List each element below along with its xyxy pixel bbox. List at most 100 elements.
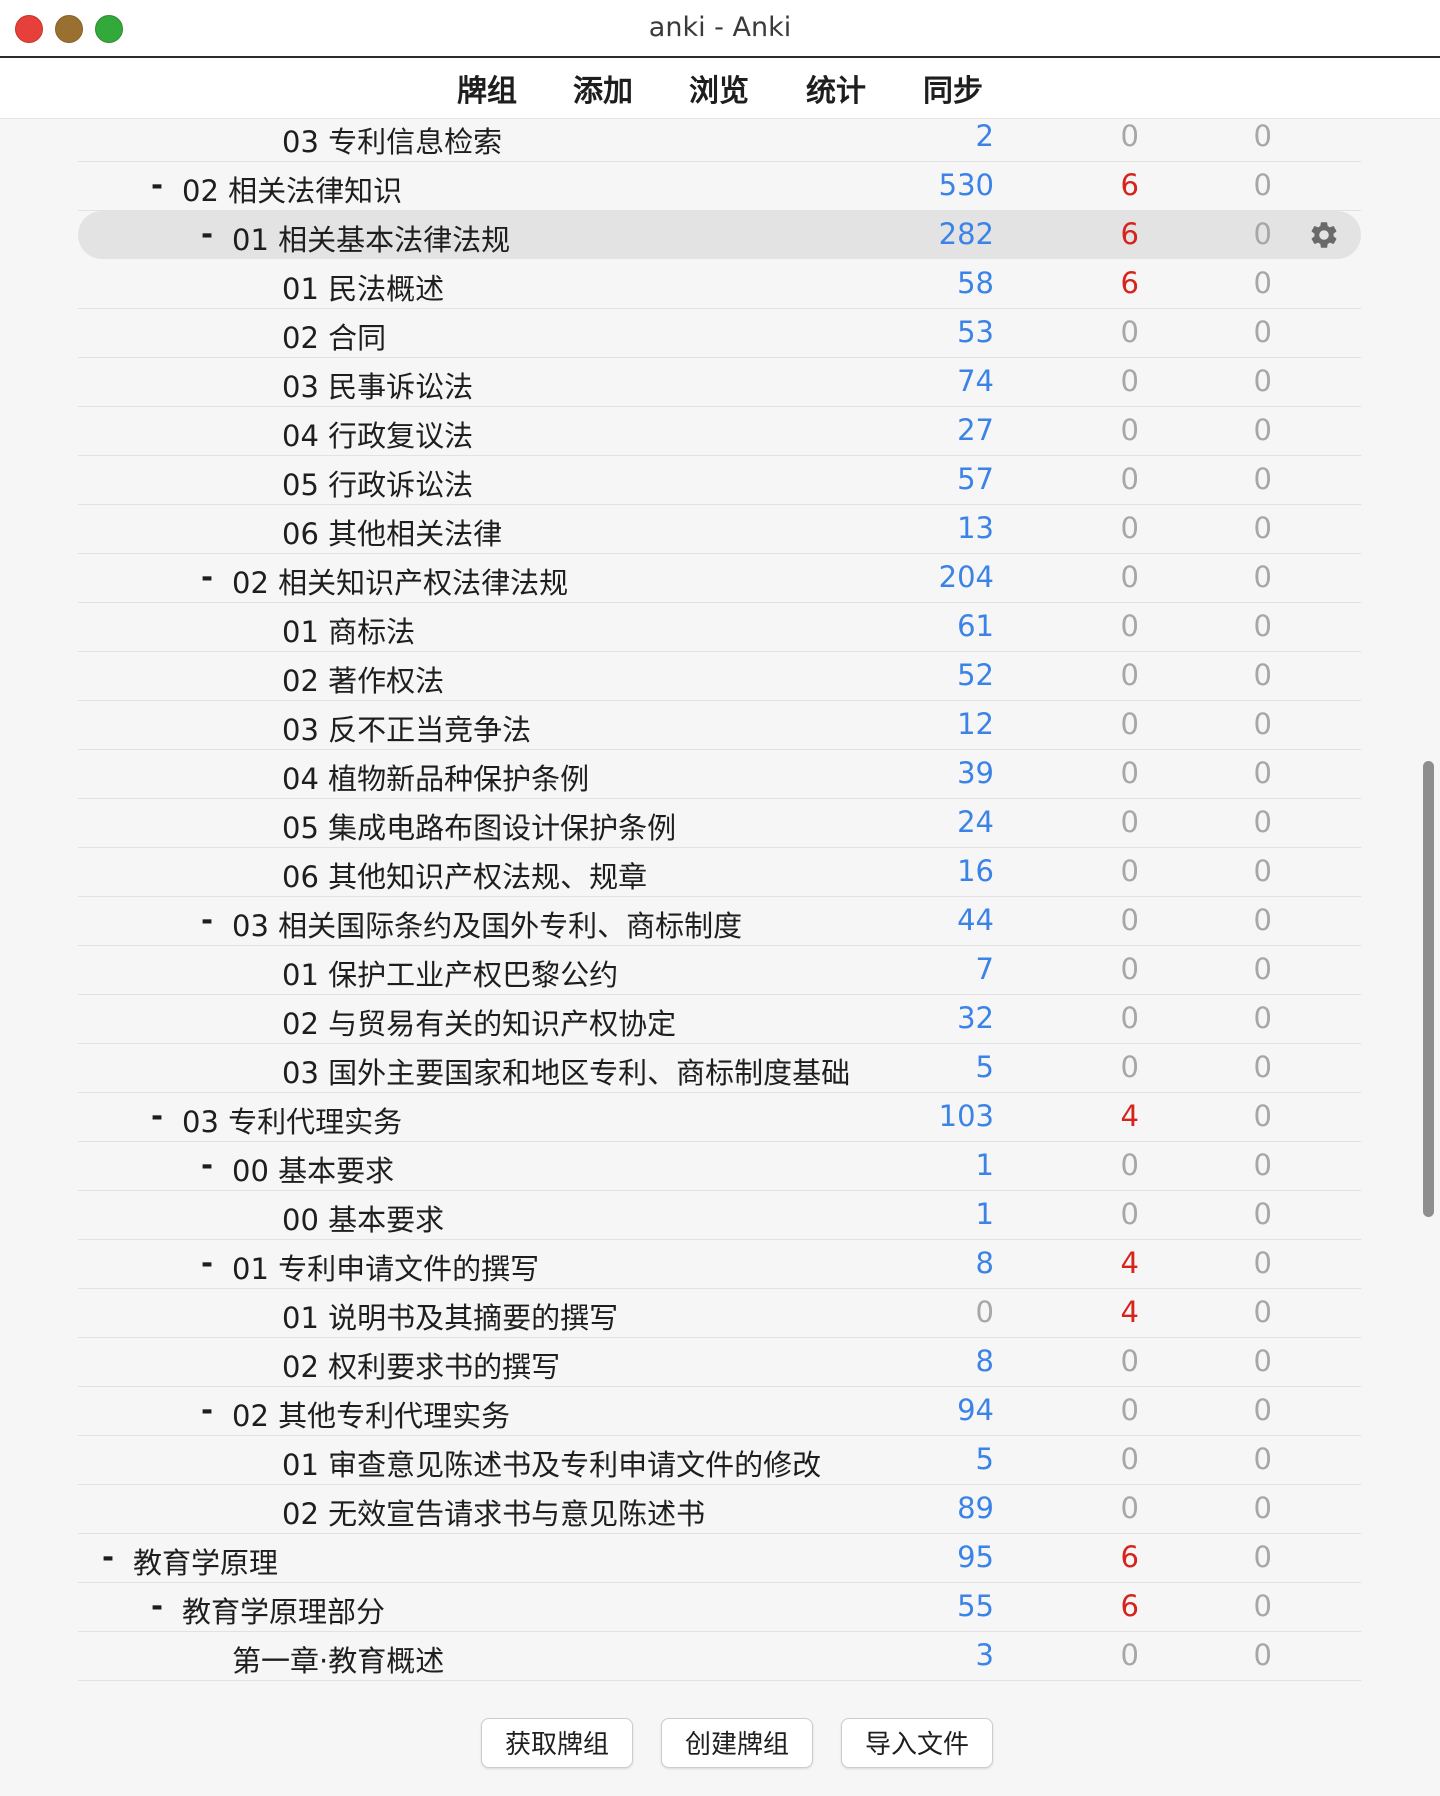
toolbar-decks[interactable]: 牌组 bbox=[457, 66, 517, 110]
deck-name[interactable]: 03 民事诉讼法 bbox=[282, 364, 473, 406]
deck-row[interactable]: 04 行政复议法 27 0 0 bbox=[78, 407, 1361, 456]
learn-count: 0 bbox=[1120, 1001, 1139, 1035]
deck-row[interactable]: 02 合同 53 0 0 bbox=[78, 309, 1361, 358]
deck-row[interactable]: 第一章·教育概述 3 0 0 bbox=[78, 1632, 1361, 1681]
deck-row[interactable]: -03 专利代理实务 103 4 0 bbox=[78, 1093, 1361, 1142]
new-count: 27 bbox=[957, 413, 994, 447]
deck-row[interactable]: 01 审查意见陈述书及专利申请文件的修改 5 0 0 bbox=[78, 1436, 1361, 1485]
deck-row[interactable]: 03 专利信息检索 2 0 0 bbox=[78, 119, 1361, 162]
deck-row-current[interactable]: -01 相关基本法律法规 282 6 0 bbox=[78, 211, 1361, 259]
deck-name[interactable]: 06 其他知识产权法规、规章 bbox=[282, 854, 647, 896]
deck-name[interactable]: 02 相关知识产权法律法规 bbox=[232, 560, 568, 602]
deck-row[interactable]: - 教育学原理部分 55 6 0 bbox=[78, 1583, 1361, 1632]
collapse-toggle[interactable]: - bbox=[147, 168, 167, 202]
deck-name[interactable]: 教育学原理部分 bbox=[182, 1589, 385, 1631]
deck-row[interactable]: 06 其他知识产权法规、规章 16 0 0 bbox=[78, 848, 1361, 897]
deck-name[interactable]: 第一章·教育概述 bbox=[232, 1638, 444, 1680]
due-count: 0 bbox=[1253, 462, 1272, 496]
deck-name[interactable]: 03 相关国际条约及国外专利、商标制度 bbox=[232, 903, 742, 945]
deck-row[interactable]: 04 植物新品种保护条例 39 0 0 bbox=[78, 750, 1361, 799]
deck-name[interactable]: 04 行政复议法 bbox=[282, 413, 473, 455]
deck-row[interactable]: 06 其他相关法律 13 0 0 bbox=[78, 505, 1361, 554]
deck-row[interactable]: -03 相关国际条约及国外专利、商标制度 44 0 0 bbox=[78, 897, 1361, 946]
deck-name[interactable]: 02 与贸易有关的知识产权协定 bbox=[282, 1001, 676, 1043]
deck-name[interactable]: 05 行政诉讼法 bbox=[282, 462, 473, 504]
deck-name[interactable]: 00 基本要求 bbox=[232, 1148, 394, 1190]
deck-row[interactable]: 03 国外主要国家和地区专利、商标制度基础 5 0 0 bbox=[78, 1044, 1361, 1093]
new-count: 39 bbox=[957, 756, 994, 790]
deck-name[interactable]: 01 相关基本法律法规 bbox=[232, 217, 510, 259]
deck-row[interactable]: 05 行政诉讼法 57 0 0 bbox=[78, 456, 1361, 505]
deck-name[interactable]: 02 无效宣告请求书与意见陈述书 bbox=[282, 1491, 705, 1533]
learn-count: 0 bbox=[1120, 658, 1139, 692]
deck-name[interactable]: 03 国外主要国家和地区专利、商标制度基础 bbox=[282, 1050, 850, 1092]
collapse-toggle[interactable]: - bbox=[147, 1099, 167, 1133]
due-count: 0 bbox=[1253, 1638, 1272, 1672]
deck-row[interactable]: 01 保护工业产权巴黎公约 7 0 0 bbox=[78, 946, 1361, 995]
deck-name[interactable]: 03 专利代理实务 bbox=[182, 1099, 402, 1141]
deck-row[interactable]: 03 反不正当竞争法 12 0 0 bbox=[78, 701, 1361, 750]
learn-count: 0 bbox=[1120, 1638, 1139, 1672]
deck-name[interactable]: 01 审查意见陈述书及专利申请文件的修改 bbox=[282, 1442, 821, 1484]
deck-name[interactable]: 02 合同 bbox=[282, 315, 386, 357]
toolbar-stats[interactable]: 统计 bbox=[806, 66, 866, 110]
deck-row[interactable]: 03 民事诉讼法 74 0 0 bbox=[78, 358, 1361, 407]
collapse-toggle[interactable]: - bbox=[197, 903, 217, 937]
deck-row[interactable]: 05 集成电路布图设计保护条例 24 0 0 bbox=[78, 799, 1361, 848]
toolbar-sync[interactable]: 同步 bbox=[923, 66, 983, 110]
toolbar-add[interactable]: 添加 bbox=[573, 66, 633, 110]
new-count: 530 bbox=[938, 168, 994, 202]
deck-row[interactable]: -00 基本要求 1 0 0 bbox=[78, 1142, 1361, 1191]
window-title: anki - Anki bbox=[648, 12, 792, 43]
scrollbar[interactable] bbox=[1419, 119, 1439, 1690]
deck-name[interactable]: 05 集成电路布图设计保护条例 bbox=[282, 805, 676, 847]
deck-list: 03 专利信息检索 2 0 0-02 相关法律知识 530 6 0-01 相关基本法律法规 2… bbox=[0, 119, 1440, 1690]
deck-row[interactable]: 02 权利要求书的撰写 8 0 0 bbox=[78, 1338, 1361, 1387]
deck-name[interactable]: 00 基本要求 bbox=[282, 1197, 444, 1239]
deck-name[interactable]: 04 植物新品种保护条例 bbox=[282, 756, 589, 798]
deck-row[interactable]: 02 无效宣告请求书与意见陈述书 89 0 0 bbox=[78, 1485, 1361, 1534]
deck-row[interactable]: -01 专利申请文件的撰写 8 4 0 bbox=[78, 1240, 1361, 1289]
gear-icon[interactable] bbox=[1308, 219, 1340, 251]
new-count: 1 bbox=[975, 1148, 994, 1182]
deck-row[interactable]: -02 相关法律知识 530 6 0 bbox=[78, 162, 1361, 211]
learn-count: 0 bbox=[1120, 952, 1139, 986]
scrollbar-thumb[interactable] bbox=[1423, 761, 1434, 1217]
deck-name[interactable]: 02 其他专利代理实务 bbox=[232, 1393, 510, 1435]
collapse-toggle[interactable]: - bbox=[197, 1393, 217, 1427]
collapse-toggle[interactable]: - bbox=[147, 1589, 167, 1623]
due-count: 0 bbox=[1253, 560, 1272, 594]
deck-name[interactable]: 06 其他相关法律 bbox=[282, 511, 502, 553]
import-file-button[interactable]: 导入文件 bbox=[841, 1718, 993, 1768]
deck-name[interactable]: 01 商标法 bbox=[282, 609, 415, 651]
deck-name[interactable]: 02 权利要求书的撰写 bbox=[282, 1344, 560, 1386]
deck-row[interactable]: 02 与贸易有关的知识产权协定 32 0 0 bbox=[78, 995, 1361, 1044]
deck-name[interactable]: 02 相关法律知识 bbox=[182, 168, 402, 210]
deck-name[interactable]: 02 著作权法 bbox=[282, 658, 444, 700]
collapse-toggle[interactable]: - bbox=[197, 560, 217, 594]
collapse-toggle[interactable]: - bbox=[98, 1540, 118, 1574]
collapse-toggle[interactable]: - bbox=[197, 1246, 217, 1280]
deck-name[interactable]: 01 说明书及其摘要的撰写 bbox=[282, 1295, 618, 1337]
deck-name[interactable]: 01 民法概述 bbox=[282, 266, 444, 308]
create-deck-button[interactable]: 创建牌组 bbox=[661, 1718, 813, 1768]
deck-row[interactable]: 01 商标法 61 0 0 bbox=[78, 603, 1361, 652]
deck-row[interactable]: 00 基本要求 1 0 0 bbox=[78, 1191, 1361, 1240]
learn-count: 0 bbox=[1120, 462, 1139, 496]
collapse-toggle[interactable]: - bbox=[197, 1148, 217, 1182]
deck-name[interactable]: 教育学原理 bbox=[133, 1540, 278, 1582]
get-shared-button[interactable]: 获取牌组 bbox=[481, 1718, 633, 1768]
deck-row[interactable]: - 教育学原理 95 6 0 bbox=[78, 1534, 1361, 1583]
deck-row[interactable]: 02 著作权法 52 0 0 bbox=[78, 652, 1361, 701]
deck-row[interactable]: 01 说明书及其摘要的撰写 0 4 0 bbox=[78, 1289, 1361, 1338]
deck-row[interactable]: -02 相关知识产权法律法规 204 0 0 bbox=[78, 554, 1361, 603]
deck-name[interactable]: 01 保护工业产权巴黎公约 bbox=[282, 952, 618, 994]
deck-name[interactable]: 03 专利信息检索 bbox=[282, 119, 502, 161]
toolbar-browse[interactable]: 浏览 bbox=[689, 66, 749, 110]
new-count: 61 bbox=[957, 609, 994, 643]
deck-name[interactable]: 03 反不正当竞争法 bbox=[282, 707, 531, 749]
collapse-toggle[interactable]: - bbox=[197, 217, 217, 251]
deck-row[interactable]: -02 其他专利代理实务 94 0 0 bbox=[78, 1387, 1361, 1436]
deck-name[interactable]: 01 专利申请文件的撰写 bbox=[232, 1246, 539, 1288]
deck-row[interactable]: 01 民法概述 58 6 0 bbox=[78, 260, 1361, 309]
